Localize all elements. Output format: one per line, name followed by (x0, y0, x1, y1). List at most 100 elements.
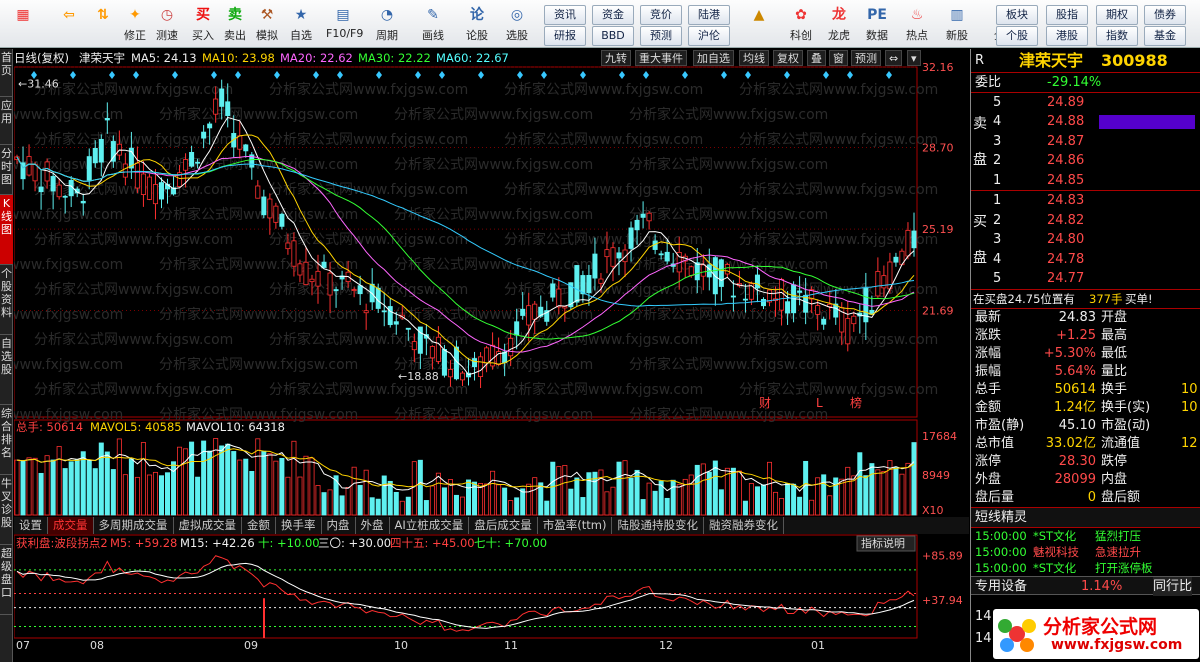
left-nav-item[interactable]: 分时图 (0, 145, 13, 195)
news-item[interactable]: 15:00:00 *ST文化 猛烈打压 (971, 528, 1200, 544)
toolbar-button-label: 周期 (376, 29, 398, 42)
watermark-text: 分析家公式网www.fxjgsw.com (14, 256, 123, 273)
volume-bar (724, 467, 730, 516)
toolbar-small-button[interactable]: 竞价 (640, 5, 682, 25)
forum-icon: 论 (470, 7, 484, 23)
toolbar-star-button[interactable]: ★ 自选 (284, 2, 318, 46)
indicator-tab[interactable]: 虚拟成交量 (174, 517, 242, 534)
left-nav-item[interactable]: 牛叉诊股 (0, 475, 13, 545)
toolbar-small-button[interactable]: 陆港 (688, 5, 730, 25)
candle-body (405, 327, 411, 330)
industry-row: 专用设备 1.14% 同行比 (971, 575, 1200, 596)
news-item[interactable]: 15:00:00 *ST文化 打开涨停板 (971, 560, 1200, 576)
select-icon: ◎ (510, 7, 524, 23)
order-book-row[interactable]: 4 24.88 (971, 112, 1200, 132)
kline-chart[interactable]: 32.1628.7025.1921.69分析家公式网www.fxjgsw.com… (14, 49, 969, 662)
signal-diamond (619, 71, 625, 79)
toolbar-market-button[interactable]: 个股 (996, 26, 1038, 46)
candle-body (267, 198, 273, 219)
stat-value: 45.10 (1058, 418, 1096, 433)
indicator-tab[interactable]: 外盘 (356, 517, 390, 534)
toolbar-forum-button[interactable]: 论论股 (460, 2, 494, 46)
toolbar-period-button[interactable]: ◔ 周期 (370, 2, 404, 46)
indicator-value-label: M5: +59.28 (110, 536, 177, 550)
toolbar-market-button[interactable]: 期权 (1096, 5, 1138, 25)
toolbar-select-button[interactable]: ◎ 选股 (500, 2, 534, 46)
left-nav-item[interactable]: 首页 (0, 49, 13, 97)
toolbar-hammer-button[interactable]: ⚒ 模拟 (250, 2, 284, 46)
left-nav-item[interactable]: 应用 (0, 97, 13, 145)
toolbar-market-button[interactable]: 股指 (1046, 5, 1088, 25)
volume-bar (562, 465, 568, 516)
indicator-tab[interactable]: 金额 (242, 517, 276, 534)
watermark-text: 分析家公式网www.fxjgsw.com (629, 106, 828, 123)
watermark-text: 分析家公式网www.fxjgsw.com (14, 206, 123, 223)
order-book-row[interactable]: 5 24.89 (971, 93, 1200, 113)
toolbar-sell-button[interactable]: 卖卖出 (218, 2, 252, 46)
news-title-row[interactable]: 短线精灵 (971, 508, 1200, 528)
toolbar-grid-button[interactable]: ▦ (6, 2, 40, 46)
candle-body (754, 274, 760, 289)
indicator-tab[interactable]: AI立桩成交量 (390, 517, 470, 534)
order-book-row[interactable]: 1 24.85 (971, 171, 1200, 191)
toolbar-market-button[interactable]: 港股 (1046, 26, 1088, 46)
indicator-tab[interactable]: 市盈率(ttm) (538, 517, 613, 534)
toolbar-chart-button[interactable]: ▲ (742, 2, 776, 46)
toolbar-back-arrow-button[interactable]: ⇦ (52, 2, 86, 46)
toolbar-small-button[interactable]: BBD (592, 26, 634, 46)
level-price: 24.88 (1047, 114, 1085, 129)
news-item[interactable]: 15:00:00 魅视科技 急速拉升 (971, 544, 1200, 560)
volume-bar (273, 460, 279, 516)
toolbar-hot-button[interactable]: ♨ 热点 (900, 2, 934, 46)
candle-body (472, 358, 478, 368)
candle-body (297, 263, 303, 276)
order-book-row[interactable]: 1 24.83 (971, 191, 1200, 211)
toolbar-pe-button[interactable]: PE 数据 (860, 2, 894, 46)
toolbar-newstock-button[interactable]: ▥ 新股 (940, 2, 974, 46)
toolbar-small-button[interactable]: 预测 (640, 26, 682, 46)
indicator-tab[interactable]: 换手率 (276, 517, 322, 534)
toolbar-market-button[interactable]: 基金 (1144, 26, 1186, 46)
order-book-row[interactable]: 3 24.80 (971, 230, 1200, 250)
indicator-tab[interactable]: 盘后成交量 (469, 517, 538, 534)
toolbar-f10-button[interactable]: ▤ F10/F9 (326, 2, 363, 46)
toolbar-bulb-button[interactable]: ✦ 修正 (118, 2, 152, 46)
order-book-row[interactable]: 4 24.78 (971, 250, 1200, 270)
indicator-tab[interactable]: 内盘 (322, 517, 356, 534)
toolbar-market-button[interactable]: 指数 (1096, 26, 1138, 46)
watermark-text: 分析家公式网www.fxjgsw.com (269, 181, 468, 198)
toolbar-science-button[interactable]: ✿ 科创 (784, 2, 818, 46)
indicator-tab[interactable]: 设置 (14, 517, 48, 534)
toolbar-up-down-button[interactable]: ⇅ (86, 2, 120, 46)
volume-bar (478, 483, 484, 516)
peer-compare-button[interactable]: 同行比 (1153, 576, 1193, 596)
indicator-tab[interactable]: 融资融券变化 (704, 517, 784, 534)
order-book-row[interactable]: 5 24.77 (971, 269, 1200, 289)
left-nav-item[interactable]: 自选股 (0, 335, 13, 405)
toolbar-small-button[interactable]: 研报 (544, 26, 586, 46)
order-book-row[interactable]: 3 24.87 (971, 132, 1200, 152)
toolbar-small-button[interactable]: 资金 (592, 5, 634, 25)
volume-bar (574, 477, 580, 516)
toolbar-market-button[interactable]: 板块 (996, 5, 1038, 25)
toolbar-dragon-button[interactable]: 龙龙虎 (822, 2, 856, 46)
order-book-row[interactable]: 2 24.82 (971, 211, 1200, 231)
toolbar-small-button[interactable]: 资讯 (544, 5, 586, 25)
left-nav-item[interactable]: 个股资料 (0, 265, 13, 335)
indicator-tab[interactable]: 成交量 (48, 517, 94, 534)
row-num-14b: 14 (975, 631, 992, 646)
toolbar-buy-button[interactable]: 买买入 (186, 2, 220, 46)
toolbar-clock-button[interactable]: ◷ 测速 (150, 2, 184, 46)
quote-header: R 津荣天宇 300988 (971, 49, 1200, 73)
left-nav-item[interactable]: 综合排名 (0, 405, 13, 475)
order-book-row[interactable]: 2 24.86 (971, 151, 1200, 171)
indicator-tab[interactable]: 陆股通持股变化 (612, 517, 704, 534)
left-nav-item[interactable]: K线图 (0, 195, 13, 265)
volume-bar (556, 466, 562, 516)
left-nav-item[interactable]: 超级盘口 (0, 545, 13, 615)
indicator-tab[interactable]: 多周期成交量 (94, 517, 174, 534)
toolbar-pen-button[interactable]: ✎ 画线 (416, 2, 450, 46)
toolbar-market-button[interactable]: 债券 (1144, 5, 1186, 25)
candle-body (664, 251, 670, 262)
toolbar-small-button[interactable]: 沪伦 (688, 26, 730, 46)
